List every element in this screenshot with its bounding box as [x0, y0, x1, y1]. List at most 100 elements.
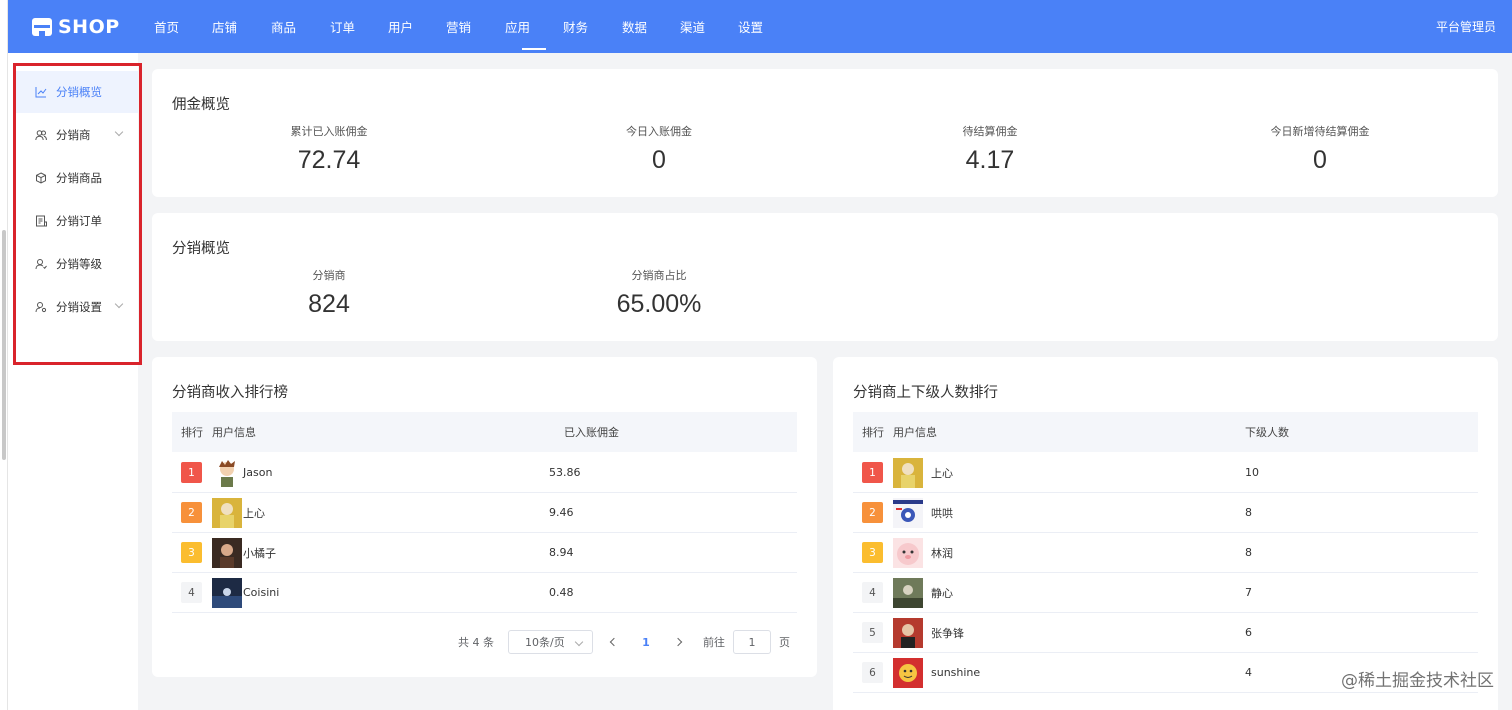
nav-item-marketing[interactable]: 营销: [446, 0, 505, 53]
stat-distributor-count: 分销商 824: [308, 267, 350, 319]
column-header-rank: 排行: [181, 426, 203, 439]
avatar: [893, 577, 923, 608]
table-row[interactable]: 2 哄哄 8: [853, 493, 1478, 533]
column-header-subordinates: 下级人数: [1245, 426, 1289, 439]
table-row[interactable]: 2 上心 9.46: [172, 493, 797, 533]
user-name: 小橘子: [243, 546, 276, 560]
nav-item-home[interactable]: 首页: [154, 0, 212, 53]
subordinate-count: 7: [1245, 586, 1252, 599]
table-header: 排行 用户信息 下级人数: [853, 412, 1478, 452]
nav-item-goods[interactable]: 商品: [271, 0, 330, 53]
rank-badge: 6: [862, 662, 883, 683]
avatar: [212, 497, 242, 528]
nav-item-apps[interactable]: 应用: [505, 0, 563, 53]
subordinate-count: 4: [1245, 666, 1252, 679]
table-row[interactable]: 5 张争锋 6: [853, 613, 1478, 653]
sidebar: 分销概览 分销商 分销商品 分销订单 分销等级 分销设置: [8, 53, 138, 710]
stat-label: 待结算佣金: [962, 125, 1018, 138]
nav-item-users[interactable]: 用户: [388, 0, 446, 53]
sidebar-item-label: 分销概览: [56, 85, 102, 99]
user-name: Jason: [243, 466, 273, 479]
sidebar-item-distributors[interactable]: 分销商: [16, 114, 138, 156]
users-icon: [35, 129, 47, 141]
table-row[interactable]: 4 Coisini 0.48: [172, 573, 797, 613]
chevron-down-icon: [114, 127, 124, 137]
stat-total-commission: 累计已入账佣金 72.74: [291, 123, 368, 175]
nav-item-orders[interactable]: 订单: [330, 0, 388, 53]
rank-badge: 2: [181, 502, 202, 523]
stat-today-pending-commission: 今日新增待结算佣金 0: [1271, 123, 1370, 175]
card-title: 佣金概览: [172, 97, 230, 113]
column-header-user: 用户信息: [893, 426, 937, 439]
prev-page-icon[interactable]: [609, 637, 619, 647]
rank-badge: 3: [181, 542, 202, 563]
table-row[interactable]: 3 林润 8: [853, 533, 1478, 573]
sidebar-item-label: 分销商品: [56, 171, 102, 185]
rank-badge: 1: [862, 462, 883, 483]
page-number[interactable]: 1: [629, 636, 663, 649]
table-row[interactable]: 4 静心 7: [853, 573, 1478, 613]
sidebar-item-goods[interactable]: 分销商品: [16, 157, 138, 199]
order-icon: [35, 215, 47, 227]
stat-value: 0: [652, 146, 666, 174]
card-title: 分销概览: [172, 241, 230, 257]
goto-page-input[interactable]: 1: [733, 630, 771, 654]
avatar: [212, 537, 242, 568]
avatar: [893, 497, 923, 528]
avatar: [893, 457, 923, 488]
shop-icon: [32, 17, 52, 36]
stat-value: 65.00%: [616, 290, 702, 318]
goto-label: 前往: [703, 636, 725, 649]
card-title: 分销商上下级人数排行: [853, 385, 998, 401]
income-rank-card: 分销商收入排行榜 排行 用户信息 已入账佣金 1 Jason 53.86 2 上…: [152, 357, 817, 677]
subordinate-count: 10: [1245, 466, 1259, 479]
user-name: sunshine: [931, 666, 981, 679]
table-row[interactable]: 1 上心 10: [853, 453, 1478, 493]
pagination-total: 共 4 条: [458, 636, 494, 649]
column-header-commission: 已入账佣金: [564, 426, 619, 439]
avatar: [893, 657, 923, 688]
column-header-rank: 排行: [862, 426, 884, 439]
main-nav: 首页 店铺 商品 订单 用户 营销 应用 财务 数据 渠道 设置: [154, 0, 796, 53]
user-name: 静心: [931, 586, 953, 600]
user-menu[interactable]: 平台管理员: [1436, 0, 1496, 53]
rank-badge: 3: [862, 542, 883, 563]
stat-label: 分销商占比: [631, 269, 687, 282]
brand-logo[interactable]: SHOP: [32, 16, 154, 38]
nav-item-data[interactable]: 数据: [622, 0, 680, 53]
edge-scrollbar[interactable]: [2, 230, 6, 460]
stat-label: 累计已入账佣金: [290, 125, 368, 138]
page-size-select[interactable]: 10条/页: [508, 630, 593, 654]
watermark: @稀土掘金技术社区: [1341, 671, 1494, 691]
sidebar-item-overview[interactable]: 分销概览: [16, 71, 138, 113]
stat-value: 824: [308, 290, 350, 318]
nav-item-finance[interactable]: 财务: [563, 0, 622, 53]
distribution-overview-card: 分销概览 分销商 824 分销商占比 65.00%: [152, 213, 1498, 341]
nav-item-settings[interactable]: 设置: [738, 0, 796, 53]
sidebar-item-orders[interactable]: 分销订单: [16, 200, 138, 242]
rank-badge: 1: [181, 462, 202, 483]
page-unit-label: 页: [779, 636, 790, 649]
user-settings-icon: [35, 301, 47, 313]
table-row[interactable]: 3 小橘子 8.94: [172, 533, 797, 573]
avatar: [893, 537, 923, 568]
chart-icon: [35, 86, 47, 98]
card-title: 分销商收入排行榜: [172, 385, 288, 401]
stat-label: 今日入账佣金: [626, 125, 692, 138]
table-row[interactable]: 1 Jason 53.86: [172, 453, 797, 493]
subordinate-count: 8: [1245, 546, 1252, 559]
avatar: [212, 457, 242, 488]
sidebar-item-settings[interactable]: 分销设置: [16, 286, 138, 328]
stat-label: 今日新增待结算佣金: [1270, 125, 1370, 138]
user-name: 上心: [931, 466, 953, 480]
top-navbar: SHOP 首页 店铺 商品 订单 用户 营销 应用 财务 数据 渠道 设置 平台…: [8, 0, 1512, 53]
sidebar-item-levels[interactable]: 分销等级: [16, 243, 138, 285]
sidebar-item-label: 分销商: [56, 128, 91, 142]
nav-item-store[interactable]: 店铺: [212, 0, 271, 53]
table-header: 排行 用户信息 已入账佣金: [172, 412, 797, 452]
nav-item-channels[interactable]: 渠道: [680, 0, 738, 53]
avatar: [893, 617, 923, 648]
left-edge-panel: [0, 0, 8, 710]
user-name: 上心: [243, 506, 265, 520]
next-page-icon[interactable]: [673, 637, 683, 647]
